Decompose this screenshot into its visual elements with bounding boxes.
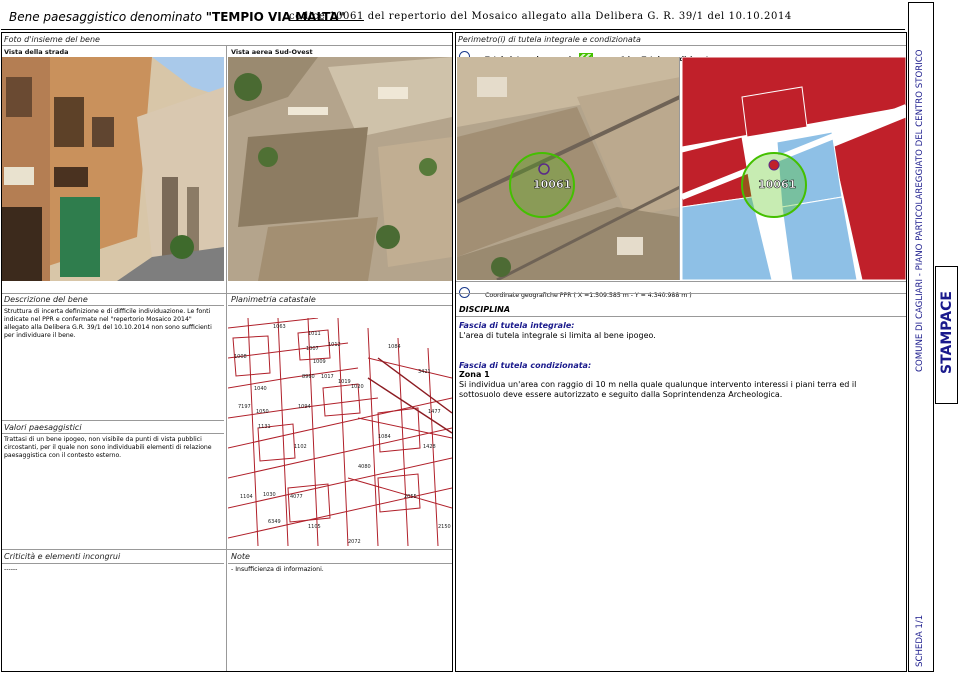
plan-title: COMUNE DI CAGLIARI - PIANO PARTICOLAREGG… xyxy=(915,49,925,372)
parcel-number: 1084 xyxy=(388,344,401,350)
district-name: STAMPACE xyxy=(939,291,955,374)
parcel-number: 6349 xyxy=(268,519,281,525)
parcel-number: 1007 xyxy=(306,346,319,352)
parcel-number: 1019 xyxy=(338,379,351,385)
sheet-number: SCHEDA 1/1 xyxy=(915,614,925,667)
parcel-number: 1030 xyxy=(263,492,276,498)
parcel-number: 8960 xyxy=(302,374,315,380)
divider xyxy=(2,305,224,306)
perimeter-heading: Perimetro(i) di tutela integrale e condi… xyxy=(458,35,641,44)
divider xyxy=(228,563,452,564)
title-prefix: Bene paesaggistico denominato xyxy=(9,10,206,24)
parcel-number: 1084 xyxy=(378,434,391,440)
title-code: codice 10061 del repertorio del Mosaico … xyxy=(289,11,792,22)
parcel-number: 2150 xyxy=(438,524,451,530)
parcel-number: 1020 xyxy=(351,384,364,390)
parcel-number: 1008 xyxy=(234,354,247,360)
street-label: Vista della strada xyxy=(4,48,69,56)
divider xyxy=(2,433,224,434)
notes-text: - Insufficienza di informazioni. xyxy=(231,566,324,573)
parcel-number: 4080 xyxy=(358,464,371,470)
divider xyxy=(456,316,906,317)
parcel-number: 3421 xyxy=(418,369,431,375)
cadastral-map: 1063 1011 1007 1012 1009 8960 1017 1019 1020 7197… xyxy=(228,318,452,546)
parcel-number: 1102 xyxy=(294,444,307,450)
parcel-number: 1050 xyxy=(256,409,269,415)
legend: Tutela integrale ( zona 1 ) Tutela condi… xyxy=(459,46,713,63)
parcel-number: 1104 xyxy=(240,494,253,500)
overview-heading: Foto d'insieme del bene xyxy=(4,35,100,44)
aerial-photo xyxy=(228,57,452,281)
parcel-number: 1063 xyxy=(273,324,286,330)
divider xyxy=(2,420,224,421)
divider xyxy=(2,45,452,46)
conditional-text: Si individua un'area con raggio di 10 m … xyxy=(459,380,857,399)
description-text: Struttura di incerta definizione e di di… xyxy=(4,308,212,339)
divider-vertical xyxy=(226,45,227,671)
parcel-number: 1040 xyxy=(254,386,267,392)
code-rest: del repertorio del Mosaico allegato alla… xyxy=(363,11,792,22)
critical-heading: Criticità e elementi incongrui xyxy=(4,552,121,561)
map-code-right: 10061 xyxy=(758,178,797,192)
aerial-label: Vista aerea Sud-Ovest xyxy=(231,48,313,56)
parcel-number: 1131 xyxy=(258,424,271,430)
parcel-number: 1017 xyxy=(321,374,334,380)
integral-heading: Fascia di tutela integrale: xyxy=(459,321,575,330)
code-label: codice 10061 xyxy=(289,11,364,22)
critical-text: ------ xyxy=(4,566,18,573)
title-bar: Bene paesaggistico denominato "TEMPIO VI… xyxy=(1,2,905,30)
parcel-number: 1428 xyxy=(423,444,436,450)
notes-heading: Note xyxy=(231,552,250,561)
street-photo xyxy=(2,57,224,281)
divider xyxy=(228,305,452,306)
values-text: Trattasi di un bene ipogeo, non visibile… xyxy=(4,436,212,459)
parcel-number: 2072 xyxy=(348,539,361,545)
parcel-number: 1009 xyxy=(313,359,326,365)
parcel-number: 7197 xyxy=(238,404,251,410)
map-code-left: 10061 xyxy=(533,178,572,192)
parcel-number: 1011 xyxy=(308,331,321,337)
parcel-number: 1094 xyxy=(298,404,311,410)
divider xyxy=(2,563,224,564)
orthophoto-map: 10061 xyxy=(457,57,680,280)
parcel-number: 1012 xyxy=(328,342,341,348)
parcel-number: 4077 xyxy=(290,494,303,500)
zone-label: Zona 1 xyxy=(459,370,490,379)
description-heading: Descrizione del bene xyxy=(4,295,88,304)
divider xyxy=(2,549,452,550)
integral-text: L'area di tutela integrale si limita al … xyxy=(459,331,656,340)
parcel-number: 2055 xyxy=(404,494,417,500)
parcel-number: 1477 xyxy=(428,409,441,415)
divider xyxy=(456,293,906,294)
discipline-heading: DISCIPLINA xyxy=(459,305,511,314)
values-heading: Valori paesaggistici xyxy=(4,423,82,432)
coordinates-row: Coordinate geografiche PPR ( X =1.509.58… xyxy=(459,282,692,299)
conditional-heading: Fascia di tutela condizionata: xyxy=(459,361,592,370)
sidebar: COMUNE DI CAGLIARI - PIANO PARTICOLAREGG… xyxy=(908,2,958,672)
cadastral-heading: Planimetria catastale xyxy=(231,295,316,304)
parcel-number: 1105 xyxy=(308,524,321,530)
divider xyxy=(2,293,452,294)
zoning-map: 10061 xyxy=(682,57,906,280)
